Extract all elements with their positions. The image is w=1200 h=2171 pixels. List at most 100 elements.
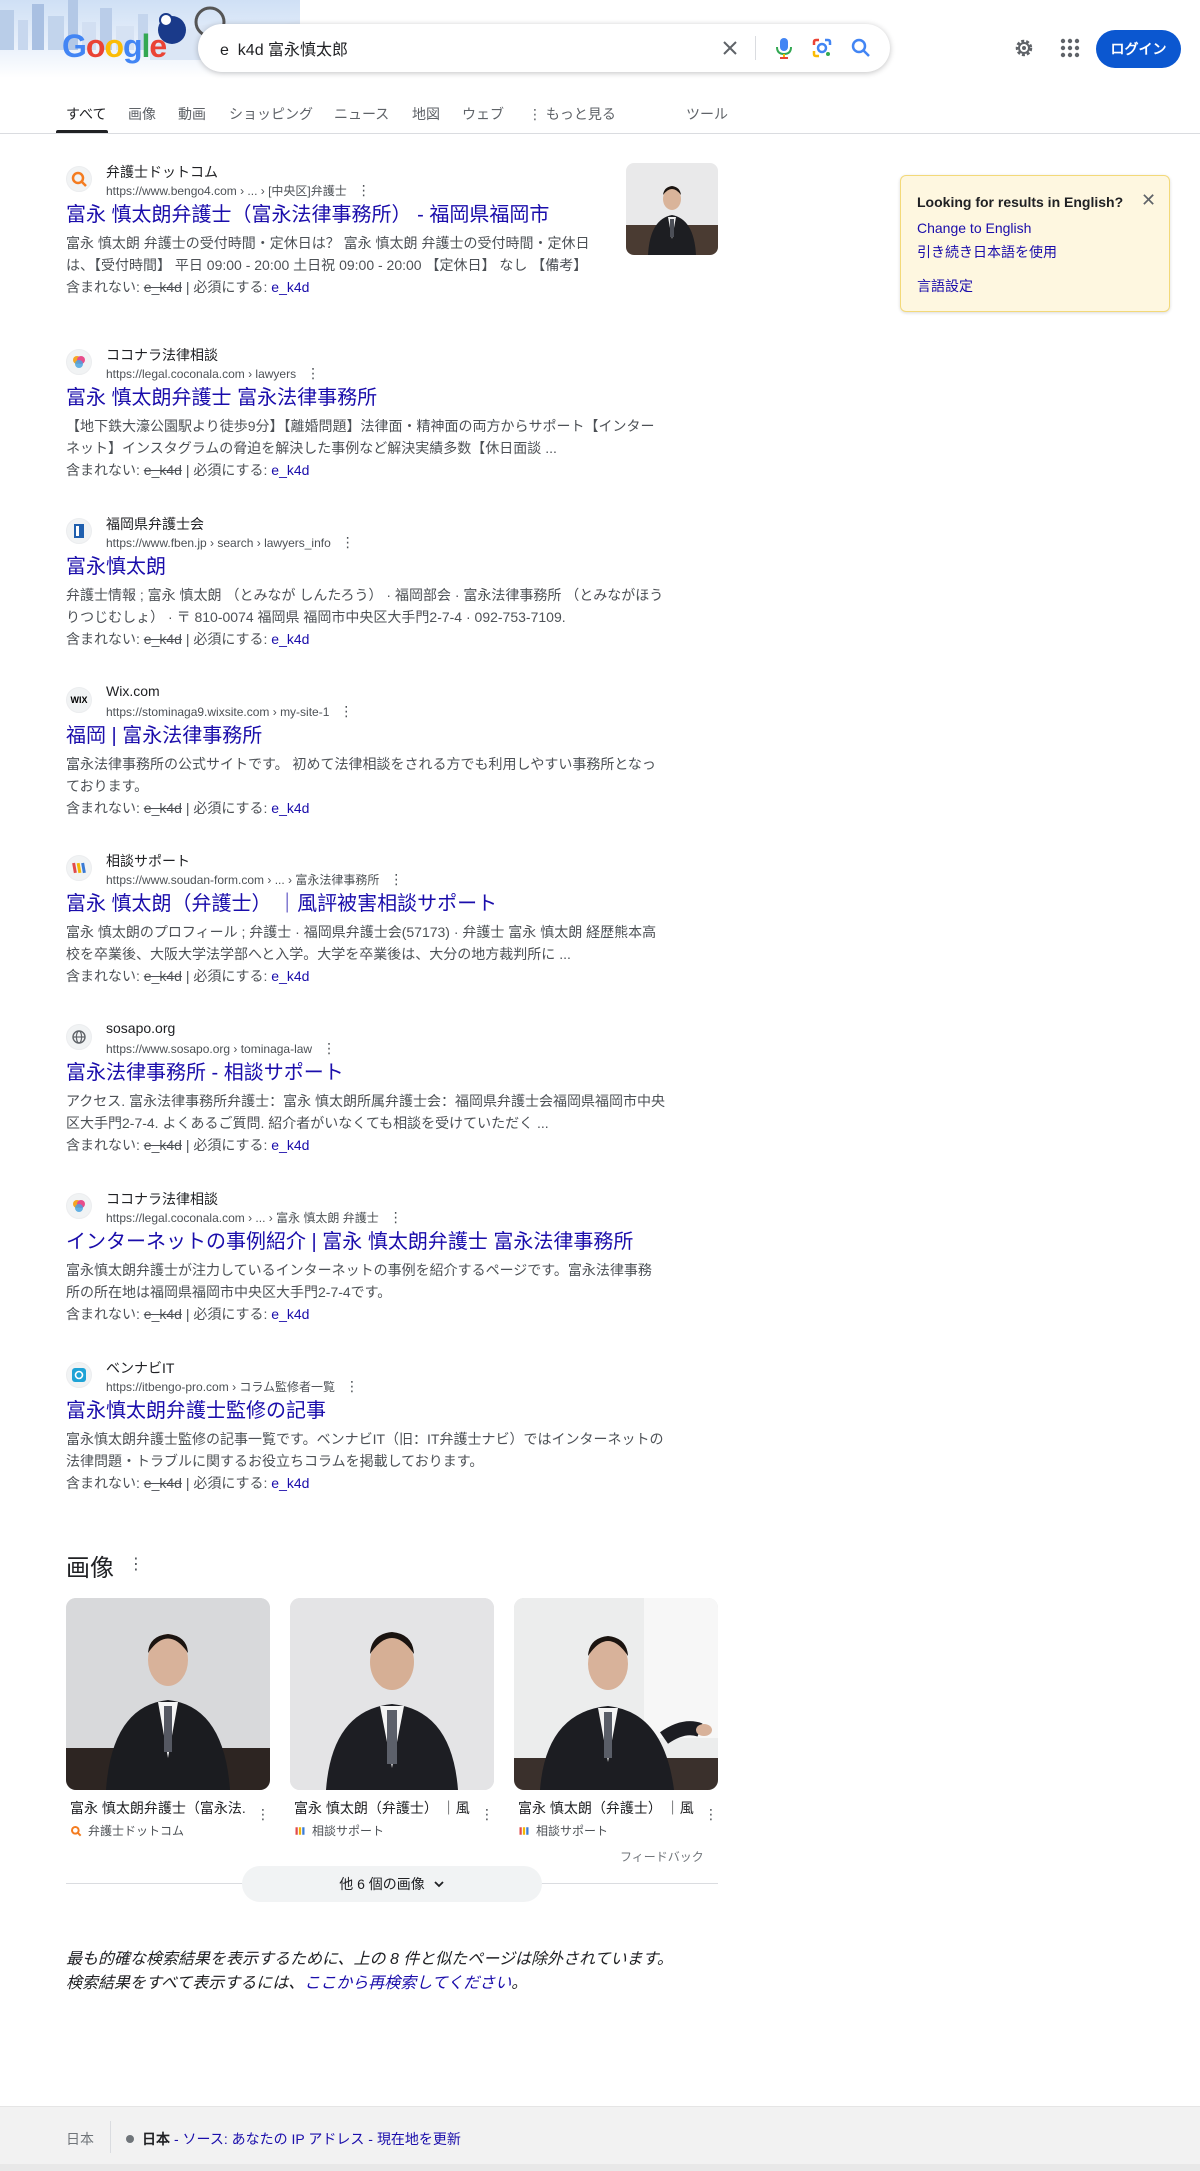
image-card[interactable]: 富永 慎太朗（弁護士） ｜風... 相談サポート ⋮ bbox=[290, 1598, 494, 1839]
result-title[interactable]: 富永慎太朗弁護士監修の記事 bbox=[66, 1398, 666, 1424]
result-url-text: https://www.soudan-form.com › ... › 富永法律… bbox=[106, 873, 380, 887]
missing-sep: | 必須にする: bbox=[185, 800, 268, 816]
tab-videos[interactable]: 動画 bbox=[178, 104, 206, 124]
image-menu-icon[interactable]: ⋮ bbox=[704, 1806, 718, 1823]
image-caption[interactable]: 富永 慎太朗（弁護士） ｜風... bbox=[514, 1798, 694, 1818]
image-caption[interactable]: 富永 慎太朗弁護士（富永法... bbox=[66, 1798, 246, 1818]
login-button[interactable]: ログイン bbox=[1096, 30, 1181, 68]
tab-web[interactable]: ウェブ bbox=[462, 104, 504, 124]
result-title[interactable]: 富永慎太朗 bbox=[66, 554, 666, 580]
result-title[interactable]: 富永 慎太朗弁護士（富永法律事務所） - 福岡県福岡市 bbox=[66, 202, 666, 228]
google-lens-icon[interactable] bbox=[810, 36, 834, 60]
result-site-row[interactable]: ココナラ法律相談 https://legal.coconala.com › ..… bbox=[66, 1191, 666, 1225]
require-term-link[interactable]: e_k4d bbox=[271, 968, 309, 984]
result-site-row[interactable]: WIX Wix.com https://stominaga9.wixsite.c… bbox=[66, 683, 666, 719]
omitted-suffix: 。 bbox=[511, 1975, 528, 1992]
image-thumbnail[interactable] bbox=[290, 1598, 494, 1790]
missing-terms: 含まれない: e_k4d | 必須にする: e_k4d bbox=[66, 1303, 666, 1325]
location-source[interactable]: - ソース: あなたの IP アドレス - bbox=[174, 2129, 373, 2149]
result-menu-icon[interactable]: ⋮ bbox=[357, 182, 371, 198]
result-site-row[interactable]: ベンナビIT https://itbengo-pro.com › コラム監修者一… bbox=[66, 1360, 666, 1394]
tab-shopping[interactable]: ショッピング bbox=[229, 104, 313, 124]
missing-terms: 含まれない: e_k4d | 必須にする: e_k4d bbox=[66, 459, 666, 481]
result-menu-icon[interactable]: ⋮ bbox=[341, 534, 355, 550]
missing-terms: 含まれない: e_k4d | 必須にする: e_k4d bbox=[66, 965, 666, 987]
result-menu-icon[interactable]: ⋮ bbox=[339, 703, 353, 719]
search-box[interactable] bbox=[198, 24, 890, 72]
result-title[interactable]: 富永法律事務所 - 相談サポート bbox=[66, 1060, 666, 1086]
result-url-text: https://legal.coconala.com › ... › 富永 慎太… bbox=[106, 1211, 379, 1225]
result-url-text: https://itbengo-pro.com › コラム監修者一覧 bbox=[106, 1380, 336, 1394]
result-menu-icon[interactable]: ⋮ bbox=[345, 1378, 359, 1394]
result-site-row[interactable]: ココナラ法律相談 https://legal.coconala.com › la… bbox=[66, 347, 666, 381]
result-site-row[interactable]: sosapo.org https://www.sosapo.org › tomi… bbox=[66, 1020, 666, 1056]
require-term-link[interactable]: e_k4d bbox=[271, 1137, 309, 1153]
tab-all[interactable]: すべて bbox=[66, 104, 106, 124]
result-menu-icon[interactable]: ⋮ bbox=[389, 1209, 403, 1225]
image-thumbnail[interactable] bbox=[66, 1598, 270, 1790]
require-term-link[interactable]: e_k4d bbox=[271, 462, 309, 478]
google-logo[interactable]: Google bbox=[62, 28, 167, 65]
result-url-text: https://www.sosapo.org › tominaga-law bbox=[106, 1042, 313, 1056]
result-site-name: ココナラ法律相談 bbox=[106, 1191, 218, 1207]
require-term-link[interactable]: e_k4d bbox=[271, 279, 309, 295]
image-source[interactable]: 相談サポート bbox=[290, 1822, 494, 1839]
language-settings-link[interactable]: 言語設定 bbox=[917, 276, 973, 296]
image-thumbnail[interactable] bbox=[514, 1598, 718, 1790]
result-url: https://www.sosapo.org › tominaga-law ⋮ bbox=[106, 1040, 336, 1057]
close-icon[interactable]: ✕ bbox=[1141, 190, 1156, 211]
search-input[interactable] bbox=[220, 39, 720, 57]
missing-sep: | 必須にする: bbox=[185, 968, 268, 984]
settings-gear-icon[interactable] bbox=[1012, 36, 1036, 60]
update-location-link[interactable]: 現在地を更新 bbox=[377, 2129, 461, 2149]
tab-images[interactable]: 画像 bbox=[128, 104, 156, 124]
tab-maps[interactable]: 地図 bbox=[412, 104, 440, 124]
image-card[interactable]: 富永 慎太朗（弁護士） ｜風... 相談サポート ⋮ bbox=[514, 1598, 718, 1839]
more-images-button[interactable]: 他 6 個の画像 bbox=[242, 1866, 542, 1902]
snippet-line: りつじむしょ） · 〒 810-0074 福岡県 福岡市中央区大手門2-7-4 … bbox=[66, 609, 566, 625]
missing-term: e_k4d bbox=[143, 1475, 182, 1491]
google-apps-icon[interactable] bbox=[1058, 36, 1082, 60]
image-card[interactable]: 富永 慎太朗弁護士（富永法... 弁護士ドットコム ⋮ bbox=[66, 1598, 270, 1839]
result-site-row[interactable]: 弁護士ドットコム https://www.bengo4.com › ... › … bbox=[66, 164, 666, 198]
result-snippet: 富永 慎太朗 弁護士の受付時間・定休日は？ 富永 慎太朗 弁護士の受付時間・定休… bbox=[66, 232, 666, 276]
result-title[interactable]: 福岡 | 富永法律事務所 bbox=[66, 723, 666, 749]
image-menu-icon[interactable]: ⋮ bbox=[480, 1806, 494, 1823]
image-caption[interactable]: 富永 慎太朗（弁護士） ｜風... bbox=[290, 1798, 470, 1818]
clear-icon[interactable] bbox=[718, 36, 742, 60]
result-title[interactable]: 富永 慎太朗弁護士 富永法律事務所 bbox=[66, 385, 666, 411]
tab-news[interactable]: ニュース bbox=[334, 104, 389, 124]
tab-more[interactable]: ⋮ もっと見る bbox=[528, 104, 616, 124]
require-term-link[interactable]: e_k4d bbox=[271, 1306, 309, 1322]
result-menu-icon[interactable]: ⋮ bbox=[306, 365, 320, 381]
result-title[interactable]: インターネットの事例紹介 | 富永 慎太朗弁護士 富永法律事務所 bbox=[66, 1229, 666, 1255]
result-site-row[interactable]: 福岡県弁護士会 https://www.fben.jp › search › l… bbox=[66, 516, 666, 550]
tab-tools[interactable]: ツール bbox=[686, 104, 728, 124]
search-icon[interactable] bbox=[849, 36, 873, 60]
result-site-name: 相談サポート bbox=[106, 853, 190, 869]
result-menu-icon[interactable]: ⋮ bbox=[389, 871, 403, 887]
require-term-link[interactable]: e_k4d bbox=[271, 800, 309, 816]
image-menu-icon[interactable]: ⋮ bbox=[256, 1806, 270, 1823]
require-term-link[interactable]: e_k4d bbox=[271, 1475, 309, 1491]
microphone-icon[interactable] bbox=[772, 36, 796, 60]
bennavi-favicon-icon bbox=[66, 1362, 92, 1388]
images-menu-icon[interactable]: ⋮ bbox=[128, 1554, 144, 1574]
result-snippet: 富永 慎太朗のプロフィール ; 弁護士 · 福岡県弁護士会(57173) · 弁… bbox=[66, 921, 666, 965]
search-tabs: すべて 画像 動画 ショッピング ニュース 地図 ウェブ ⋮ もっと見る ツール bbox=[0, 96, 1200, 134]
result-site-row[interactable]: 相談サポート https://www.soudan-form.com › ...… bbox=[66, 853, 666, 887]
missing-label: 含まれない: bbox=[66, 1137, 140, 1153]
result-title[interactable]: 富永 慎太朗（弁護士） ｜風評被害相談サポート bbox=[66, 891, 666, 917]
require-term-link[interactable]: e_k4d bbox=[271, 631, 309, 647]
change-to-english-link[interactable]: Change to English bbox=[917, 220, 1031, 236]
image-source[interactable]: 弁護士ドットコム bbox=[66, 1822, 270, 1839]
result-menu-icon[interactable]: ⋮ bbox=[322, 1040, 336, 1056]
result-site-name: Wix.com bbox=[106, 683, 160, 699]
feedback-link[interactable]: フィードバック bbox=[620, 1848, 704, 1865]
result-thumbnail[interactable] bbox=[626, 163, 718, 255]
result-snippet: アクセス. 富永法律事務所弁護士：富永 慎太朗所属弁護士会：福岡県弁護士会福岡県… bbox=[66, 1090, 666, 1134]
snippet-line: 富永法律事務所の公式サイトです。 初めて法律相談をされる方でも利用しやすい事務所… bbox=[66, 756, 656, 772]
image-source[interactable]: 相談サポート bbox=[514, 1822, 718, 1839]
research-link[interactable]: ここから再検索してください bbox=[304, 1975, 511, 1992]
keep-japanese-link[interactable]: 引き続き日本語を使用 bbox=[917, 242, 1057, 262]
